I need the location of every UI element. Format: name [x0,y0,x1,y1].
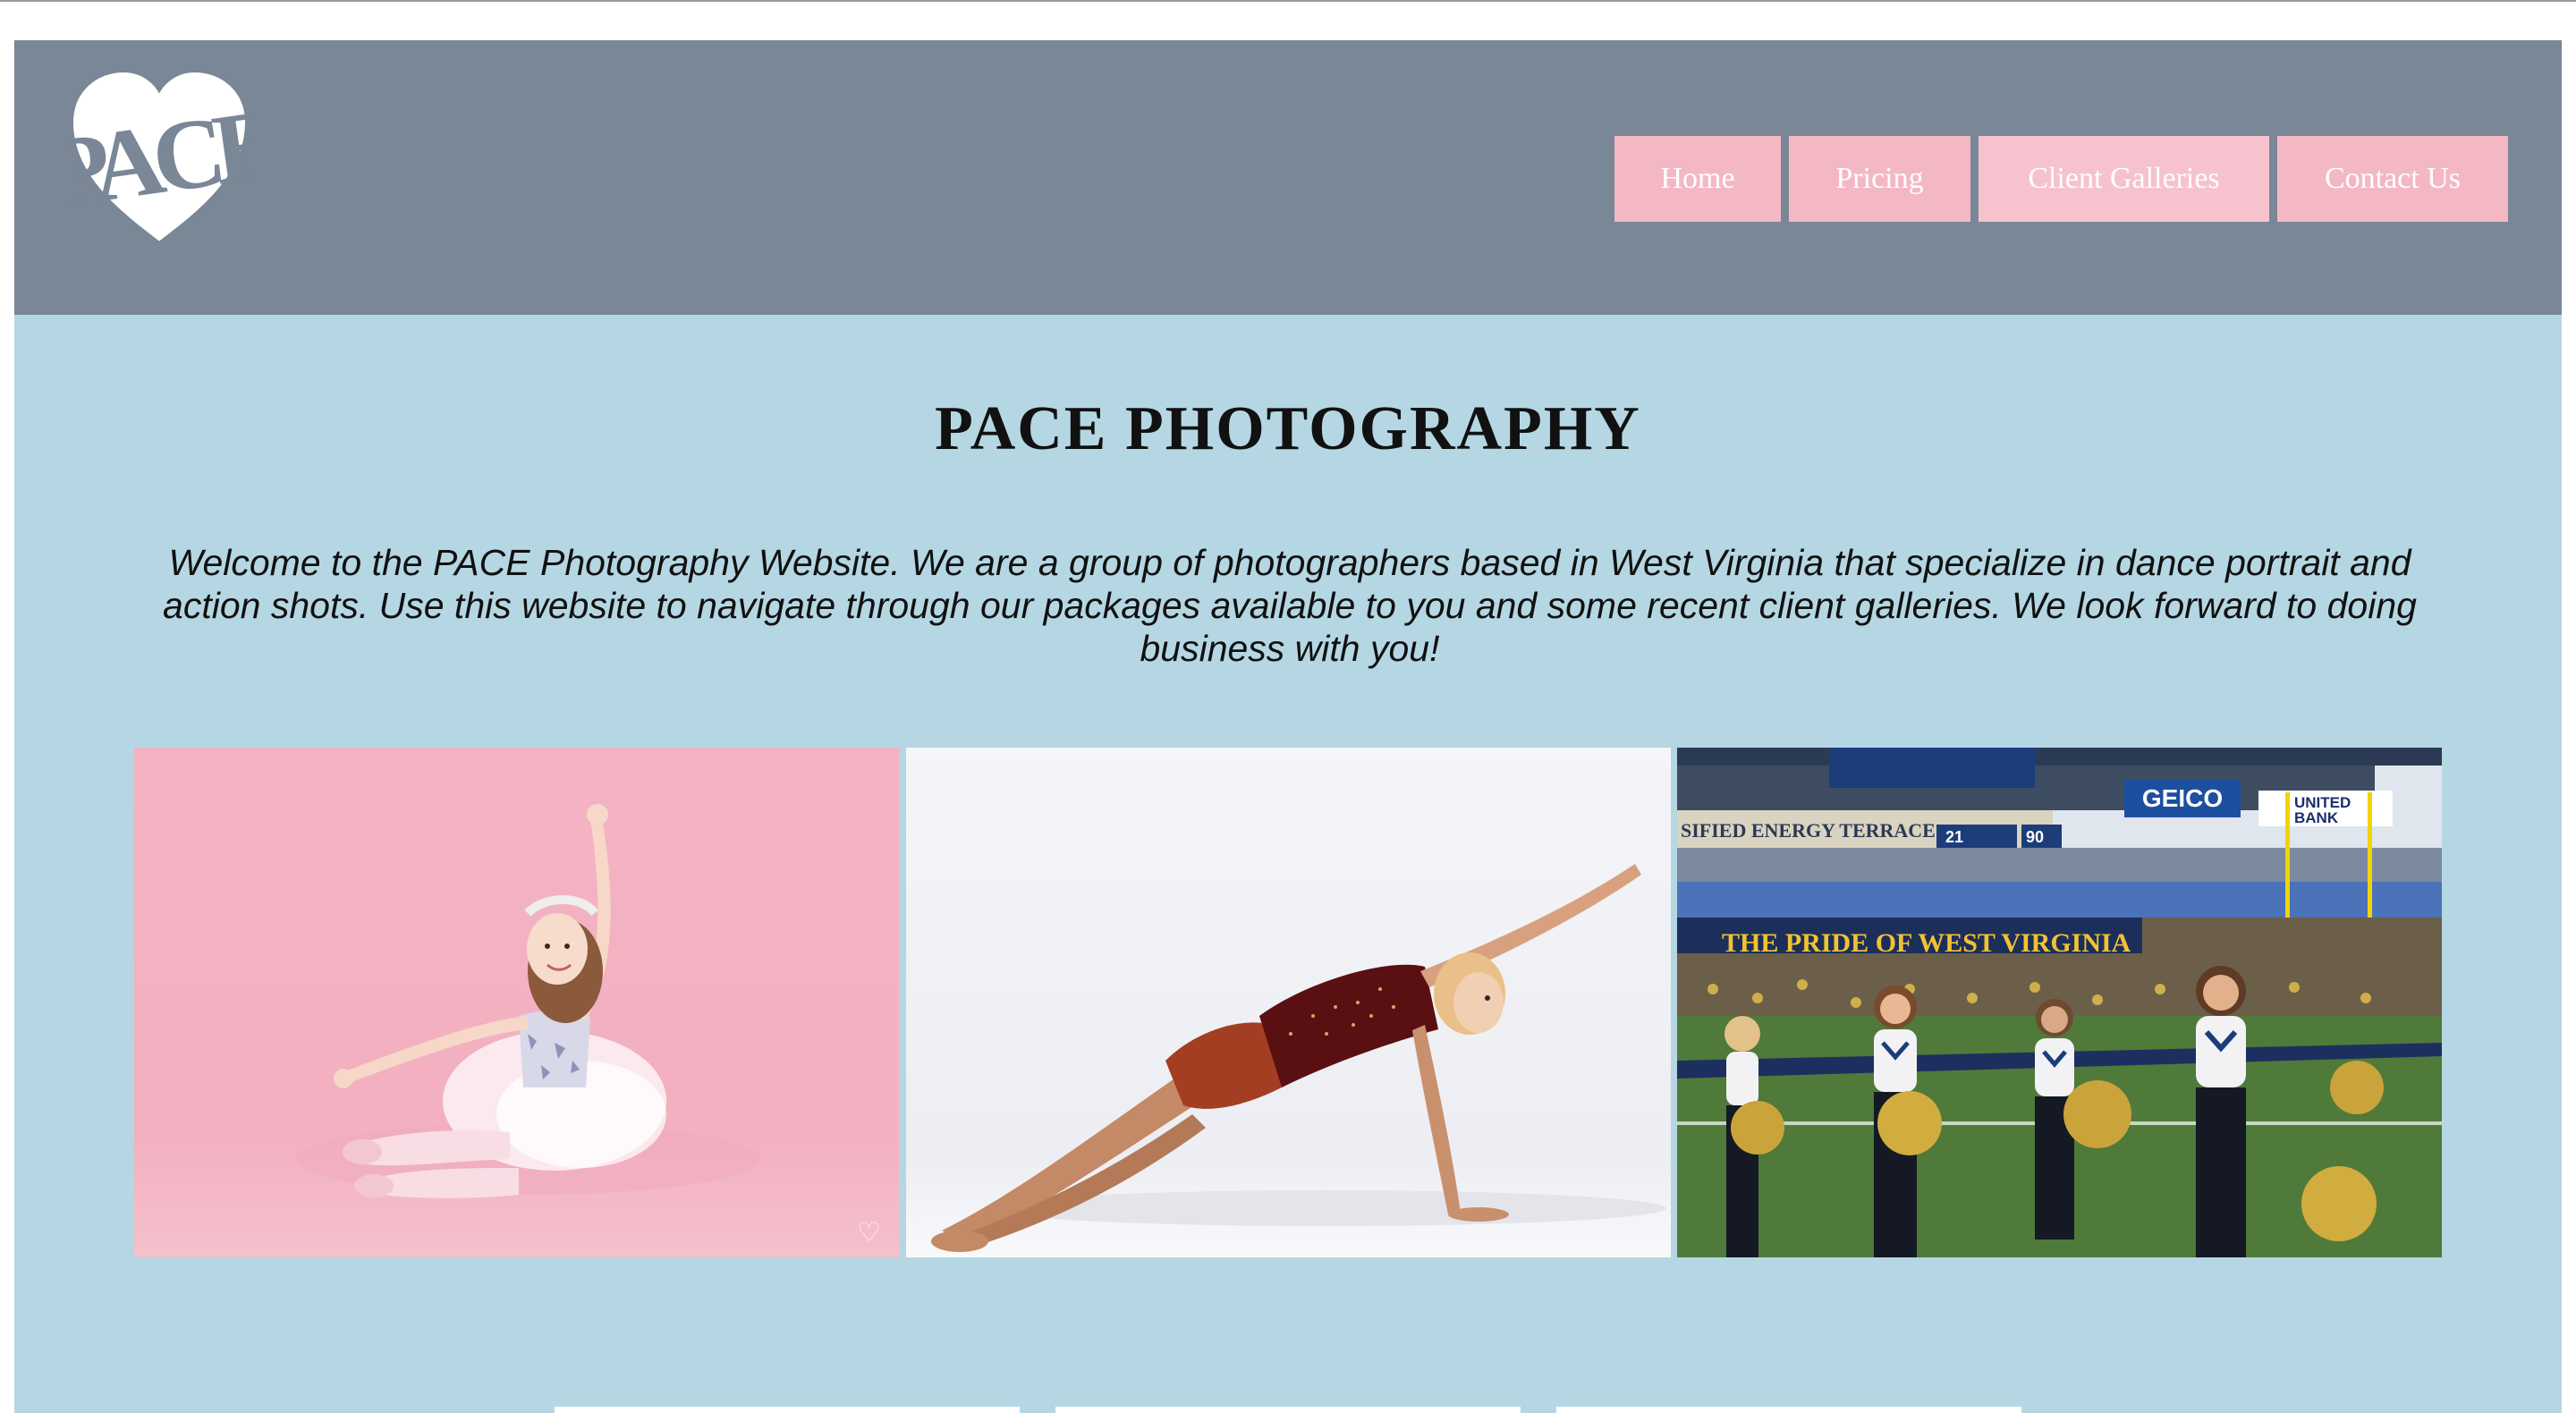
nav-pricing[interactable]: Pricing [1789,136,1970,222]
gallery-photo-ballerina[interactable]: ♡ [134,748,899,1257]
nav-contact-us[interactable]: Contact Us [2277,136,2508,222]
svg-text:SIFIED ENERGY TERRACE: SIFIED ENERGY TERRACE [1681,819,1936,842]
svg-text:THE PRIDE OF WEST VIRGINIA: THE PRIDE OF WEST VIRGINIA [1722,928,2131,958]
nav-client-galleries[interactable]: Client Galleries [1979,136,2269,222]
svg-text:♡: ♡ [857,1218,881,1248]
svg-text:21: 21 [1945,828,1963,846]
gallery-photo-dancer-plank[interactable] [906,748,1671,1257]
pace-logo[interactable]: PACE [68,67,251,246]
site-header: PACE Home Pricing Client Galleries Conta… [14,40,2562,315]
bottom-card-edge-2 [1055,1407,1521,1413]
svg-text:BANK: BANK [2294,809,2339,826]
svg-text:90: 90 [2026,828,2044,846]
browser-top-border [0,0,2576,2]
bottom-card-edge-3 [1556,1407,2021,1413]
gallery-photo-stadium-dance-team[interactable]: GEICO UNITED BANK SIFIED ENERGY TERRACE … [1677,748,2442,1257]
svg-text:GEICO: GEICO [2142,784,2223,812]
bottom-card-edge-1 [555,1407,1020,1413]
site-container: PACE Home Pricing Client Galleries Conta… [14,40,2562,1413]
page-title: PACE PHOTOGRAPHY [935,394,1641,463]
nav-home[interactable]: Home [1614,136,1781,222]
intro-text: Welcome to the PACE Photography Website.… [163,542,2417,669]
